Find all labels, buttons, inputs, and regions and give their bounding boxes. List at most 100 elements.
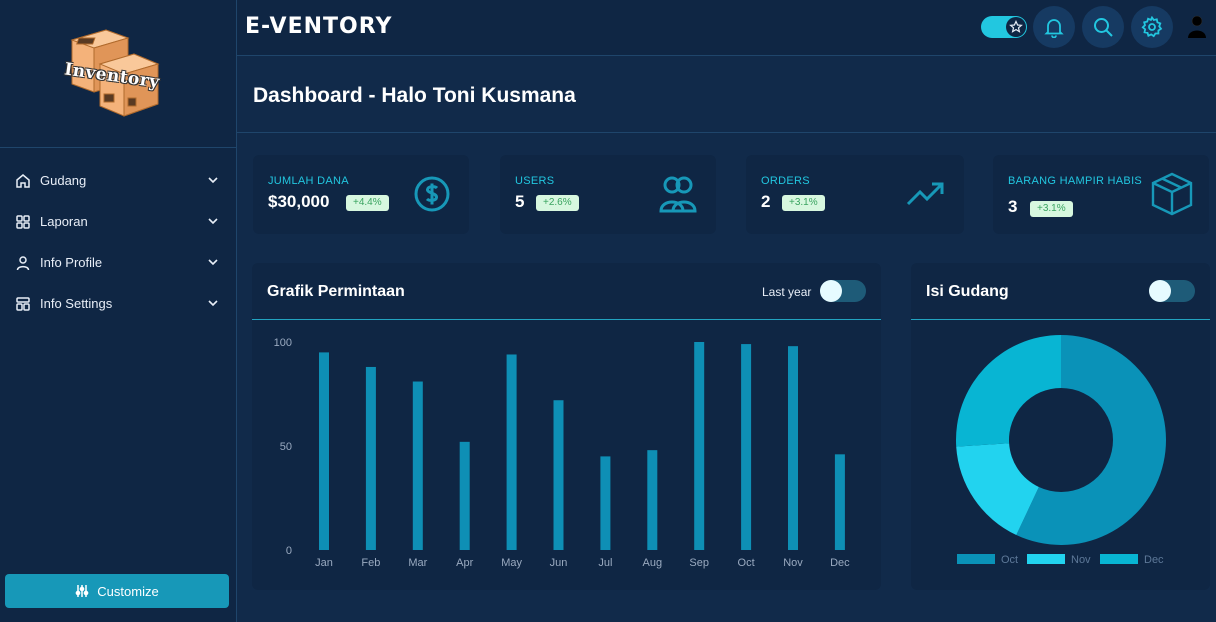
x-tick-label: Oct bbox=[738, 557, 755, 569]
y-tick-label: 0 bbox=[286, 545, 292, 557]
bar-jul bbox=[600, 456, 611, 550]
sidebar-item-label: Info Settings bbox=[40, 296, 113, 311]
brand-title: E-VENTORY bbox=[245, 14, 393, 39]
card-title: USERS bbox=[515, 175, 555, 187]
card-title: JUMLAH DANA bbox=[268, 175, 349, 187]
bar-sep bbox=[694, 342, 705, 550]
gear-icon bbox=[1141, 16, 1163, 38]
bar-feb bbox=[365, 366, 376, 550]
sliders-icon bbox=[75, 585, 89, 597]
card-value: $30,000 bbox=[268, 192, 330, 211]
card-value: 5 bbox=[515, 192, 525, 211]
donut-chart: Oct Nov Dec bbox=[956, 335, 1166, 566]
customize-label: Customize bbox=[97, 583, 159, 599]
y-tick-label: 50 bbox=[280, 441, 292, 453]
bell-icon bbox=[1044, 19, 1064, 38]
sidebar-nav: Gudang Laporan Info Profile Info Setting… bbox=[0, 160, 236, 324]
notifications-button[interactable] bbox=[1033, 6, 1075, 48]
x-tick-label: Jun bbox=[550, 557, 568, 569]
legend-swatch-oct bbox=[957, 554, 995, 564]
panel-header: Grafik Permintaan Last year bbox=[252, 263, 881, 320]
card-badge: +4.4% bbox=[346, 195, 389, 211]
bar-apr bbox=[459, 441, 470, 550]
chevron-down-icon[interactable] bbox=[206, 296, 220, 310]
toggle-knob bbox=[820, 280, 842, 302]
x-tick-label: Jan bbox=[315, 557, 333, 569]
bar-dec bbox=[834, 454, 845, 550]
card-barang-hampir-habis: BARANG HAMPIR HABIS 3 +3.1% bbox=[993, 155, 1209, 234]
bar-jun bbox=[553, 400, 564, 550]
search-icon bbox=[1094, 18, 1113, 37]
grid-icon bbox=[14, 213, 32, 231]
sidebar: Inventory Gudang Laporan Info Profile In… bbox=[0, 0, 237, 622]
trending-up-icon bbox=[906, 182, 944, 206]
user-icon bbox=[14, 254, 32, 272]
box-icon bbox=[1151, 172, 1193, 216]
bar-chart: 0 50 100 Jan Feb Mar Apr May Jun Jul Aug Sep Oct Nov D… bbox=[274, 337, 851, 569]
settings-button[interactable] bbox=[1131, 6, 1173, 48]
card-badge: +2.6% bbox=[536, 195, 579, 211]
card-users: USERS 5 +2.6% bbox=[500, 155, 716, 234]
chevron-down-icon[interactable] bbox=[206, 255, 220, 269]
card-badge: +3.1% bbox=[782, 195, 825, 211]
chevron-down-icon[interactable] bbox=[206, 173, 220, 187]
bar-oct bbox=[741, 344, 752, 550]
home-icon bbox=[14, 172, 32, 190]
bar-chart-panel: Grafik Permintaan Last year 0 50 100 Jan Feb… bbox=[252, 263, 881, 590]
topbar: E-VENTORY bbox=[237, 0, 1216, 56]
sidebar-item-gudang[interactable]: Gudang bbox=[0, 160, 236, 201]
isi-gudang-toggle[interactable] bbox=[1149, 280, 1195, 302]
card-jumlah-dana: JUMLAH DANA $30,000 +4.4% bbox=[253, 155, 469, 234]
legend-swatch-nov bbox=[1027, 554, 1065, 564]
last-year-toggle[interactable] bbox=[820, 280, 866, 302]
sidebar-item-label: Gudang bbox=[40, 173, 87, 188]
x-tick-label: Jul bbox=[598, 557, 612, 569]
toggle-knob bbox=[1149, 280, 1171, 302]
customize-button[interactable]: Customize bbox=[5, 574, 229, 608]
card-title: BARANG HAMPIR HABIS bbox=[1008, 175, 1143, 187]
x-tick-label: Apr bbox=[456, 557, 473, 569]
search-button[interactable] bbox=[1082, 6, 1124, 48]
legend-label: Nov bbox=[1071, 554, 1091, 566]
user-avatar-icon[interactable] bbox=[1187, 14, 1207, 38]
page-header: Dashboard - Halo Toni Kusmana bbox=[237, 57, 1216, 133]
sidebar-item-label: Info Profile bbox=[40, 255, 103, 270]
chevron-down-icon[interactable] bbox=[206, 214, 220, 228]
legend-label: Dec bbox=[1144, 554, 1164, 566]
legend-swatch-dec bbox=[1100, 554, 1138, 564]
panel-title: Grafik Permintaan bbox=[267, 283, 405, 300]
x-tick-label: Nov bbox=[783, 557, 803, 569]
sidebar-item-info-settings[interactable]: Info Settings bbox=[0, 283, 236, 324]
star-icon bbox=[1006, 17, 1026, 37]
bar-nov bbox=[788, 346, 798, 550]
dollar-icon bbox=[414, 176, 450, 212]
panel-title: Isi Gudang bbox=[926, 283, 1009, 300]
card-badge: +3.1% bbox=[1030, 201, 1073, 217]
logo-area: Inventory bbox=[0, 0, 236, 148]
sidebar-item-laporan[interactable]: Laporan bbox=[0, 201, 236, 242]
pie-chart-panel: Isi Gudang Oct Nov Dec bbox=[911, 263, 1210, 590]
card-title: ORDERS bbox=[761, 175, 810, 187]
bar-jan bbox=[319, 352, 329, 550]
panel-header: Isi Gudang bbox=[911, 263, 1210, 320]
toggle-label: Last year bbox=[762, 285, 812, 299]
settings-layout-icon bbox=[14, 295, 32, 313]
x-tick-label: May bbox=[501, 557, 522, 569]
card-value: 3 bbox=[1008, 197, 1018, 216]
x-tick-label: Dec bbox=[830, 557, 850, 569]
users-icon bbox=[659, 176, 697, 213]
sidebar-item-label: Laporan bbox=[40, 214, 88, 229]
y-tick-label: 100 bbox=[274, 337, 292, 349]
x-tick-label: Feb bbox=[361, 557, 380, 569]
x-tick-label: Sep bbox=[689, 557, 709, 569]
x-tick-label: Aug bbox=[643, 557, 663, 569]
theme-toggle[interactable] bbox=[981, 16, 1027, 38]
bar-mar bbox=[412, 381, 423, 550]
card-orders: ORDERS 2 +3.1% bbox=[746, 155, 964, 234]
page-title: Dashboard - Halo Toni Kusmana bbox=[253, 84, 576, 107]
x-tick-label: Mar bbox=[408, 557, 427, 569]
sidebar-item-info-profile[interactable]: Info Profile bbox=[0, 242, 236, 283]
slice-dec bbox=[956, 335, 1061, 447]
bar-aug bbox=[647, 450, 658, 550]
bar-may bbox=[506, 354, 517, 550]
